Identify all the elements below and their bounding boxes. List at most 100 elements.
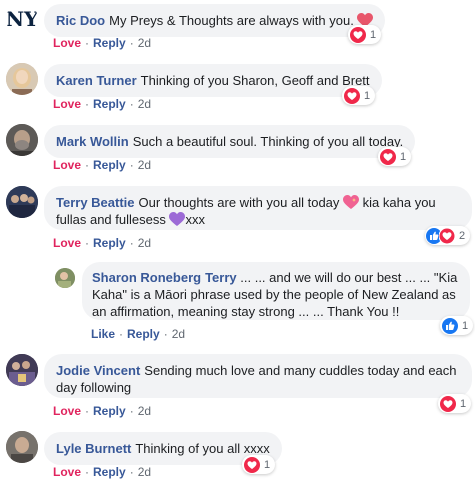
- timestamp[interactable]: 2d: [138, 404, 151, 418]
- separator-dot: ·: [129, 36, 134, 50]
- comment-bubble: Karen Turner Thinking of you Sharon, Geof…: [44, 64, 382, 97]
- reply-link[interactable]: Reply: [93, 465, 126, 479]
- comment-bubble: Sharon Roneberg Terry ... ... and we will…: [82, 262, 470, 320]
- comment-text: Kaha" is a Māori phrase used by the peop…: [92, 287, 456, 302]
- person-photo-icon: [6, 431, 38, 463]
- person-photo-icon: [55, 268, 75, 288]
- separator-dot: ·: [129, 465, 134, 479]
- separator-dot: ·: [129, 158, 134, 172]
- separator-dot: ·: [85, 36, 90, 50]
- reaction-count: 1: [400, 150, 407, 163]
- reaction-count: 1: [364, 89, 371, 102]
- mention-link[interactable]: Terry: [205, 270, 237, 285]
- comment-text: Sending much love and many cuddles today…: [144, 363, 457, 378]
- avatar[interactable]: [6, 354, 38, 386]
- comment-text: kia kaha you: [362, 195, 436, 210]
- comment-author[interactable]: Lyle Burnett: [56, 441, 131, 456]
- avatar[interactable]: [6, 431, 38, 463]
- timestamp[interactable]: 2d: [138, 236, 151, 250]
- comment-actions: Like · Reply · 2d: [91, 327, 185, 341]
- reaction-badge[interactable]: 1: [348, 25, 382, 44]
- reply-link[interactable]: Reply: [93, 158, 126, 172]
- reaction-badge[interactable]: 2: [425, 226, 471, 245]
- heart-reaction-icon: [380, 148, 396, 165]
- comment-bubble: Terry Beattie Our thoughts are with you a…: [44, 186, 472, 230]
- comment-author[interactable]: Karen Turner: [56, 73, 137, 88]
- avatar[interactable]: NY: [6, 3, 38, 35]
- avatar[interactable]: [55, 268, 75, 288]
- comment-text: ... ... and we will do our best ... ... …: [240, 270, 458, 285]
- comment-actions: Love · Reply · 2d: [53, 36, 151, 50]
- sparkling-heart-emoji-icon: [343, 195, 360, 209]
- purple-heart-emoji-icon: [169, 212, 186, 226]
- separator-dot: ·: [85, 97, 90, 111]
- reaction-count: 1: [460, 397, 467, 410]
- reaction-count: 1: [462, 319, 469, 332]
- love-link[interactable]: Love: [53, 236, 81, 250]
- comment-actions: Love · Reply · 2d: [53, 465, 151, 479]
- comment-actions: Love · Reply · 2d: [53, 236, 151, 250]
- reaction-badge[interactable]: 1: [242, 455, 276, 474]
- comment-text: an affirmation, meaning stay strong ... …: [92, 304, 400, 319]
- avatar[interactable]: [6, 124, 38, 156]
- reply-link[interactable]: Reply: [93, 236, 126, 250]
- comment-author[interactable]: Sharon Roneberg: [92, 270, 201, 285]
- person-photo-icon: [6, 124, 38, 156]
- comment-bubble: Ric Doo My Preys & Thoughts are always wi…: [44, 4, 386, 37]
- reaction-badge[interactable]: 1: [440, 316, 474, 335]
- group-photo-icon: [6, 354, 38, 386]
- love-link[interactable]: Love: [53, 158, 81, 172]
- avatar[interactable]: [6, 186, 38, 218]
- ny-yankees-logo-icon: NY: [6, 3, 38, 35]
- group-photo-icon: [6, 186, 38, 218]
- reply-link[interactable]: Reply: [93, 404, 126, 418]
- comment-text: xxx: [185, 212, 205, 227]
- love-link[interactable]: Love: [53, 36, 81, 50]
- separator-dot: ·: [85, 404, 90, 418]
- comment-text: day following: [56, 380, 132, 395]
- person-photo-icon: [6, 63, 38, 95]
- comment-author[interactable]: Jodie Vincent: [56, 363, 140, 378]
- reaction-badge[interactable]: 1: [378, 147, 412, 166]
- svg-text:NY: NY: [6, 7, 38, 31]
- comment-author[interactable]: Terry Beattie: [56, 195, 135, 210]
- separator-dot: ·: [119, 327, 124, 341]
- heart-reaction-icon: [344, 87, 360, 104]
- like-link[interactable]: Like: [91, 327, 115, 341]
- reaction-count: 1: [370, 28, 377, 41]
- separator-dot: ·: [129, 97, 134, 111]
- love-link[interactable]: Love: [53, 97, 81, 111]
- reaction-badge[interactable]: 1: [342, 86, 376, 105]
- heart-reaction-icon: [439, 227, 455, 244]
- heart-reaction-icon: [244, 456, 260, 473]
- comment-text: Our thoughts are with you all today: [138, 195, 340, 210]
- comment-author[interactable]: Mark Wollin: [56, 134, 129, 149]
- heart-reaction-icon: [350, 26, 366, 43]
- heart-reaction-icon: [440, 395, 456, 412]
- reply-link[interactable]: Reply: [127, 327, 160, 341]
- timestamp[interactable]: 2d: [138, 158, 151, 172]
- comment-text: fullas and fullesess: [56, 212, 166, 227]
- separator-dot: ·: [85, 465, 90, 479]
- timestamp[interactable]: 2d: [138, 97, 151, 111]
- comment-bubble: Mark Wollin Such a beautiful soul. Thinki…: [44, 125, 416, 158]
- timestamp[interactable]: 2d: [138, 465, 151, 479]
- reaction-badge[interactable]: 1: [438, 394, 472, 413]
- comment-bubble: Jodie Vincent Sending much love and many …: [44, 354, 472, 398]
- timestamp[interactable]: 2d: [172, 327, 185, 341]
- reply-link[interactable]: Reply: [93, 36, 126, 50]
- comment-author[interactable]: Ric Doo: [56, 13, 105, 28]
- comment-actions: Love · Reply · 2d: [53, 97, 151, 111]
- separator-dot: ·: [129, 404, 134, 418]
- comment-text: Thinking of you Sharon, Geoff and Brett: [140, 73, 370, 88]
- reaction-count: 1: [264, 458, 271, 471]
- reply-link[interactable]: Reply: [93, 97, 126, 111]
- comment-text: Thinking of you all xxxx: [135, 441, 270, 456]
- love-link[interactable]: Love: [53, 404, 81, 418]
- separator-dot: ·: [163, 327, 168, 341]
- comment-actions: Love · Reply · 2d: [53, 404, 151, 418]
- timestamp[interactable]: 2d: [138, 36, 151, 50]
- avatar[interactable]: [6, 63, 38, 95]
- love-link[interactable]: Love: [53, 465, 81, 479]
- comment-actions: Love · Reply · 2d: [53, 158, 151, 172]
